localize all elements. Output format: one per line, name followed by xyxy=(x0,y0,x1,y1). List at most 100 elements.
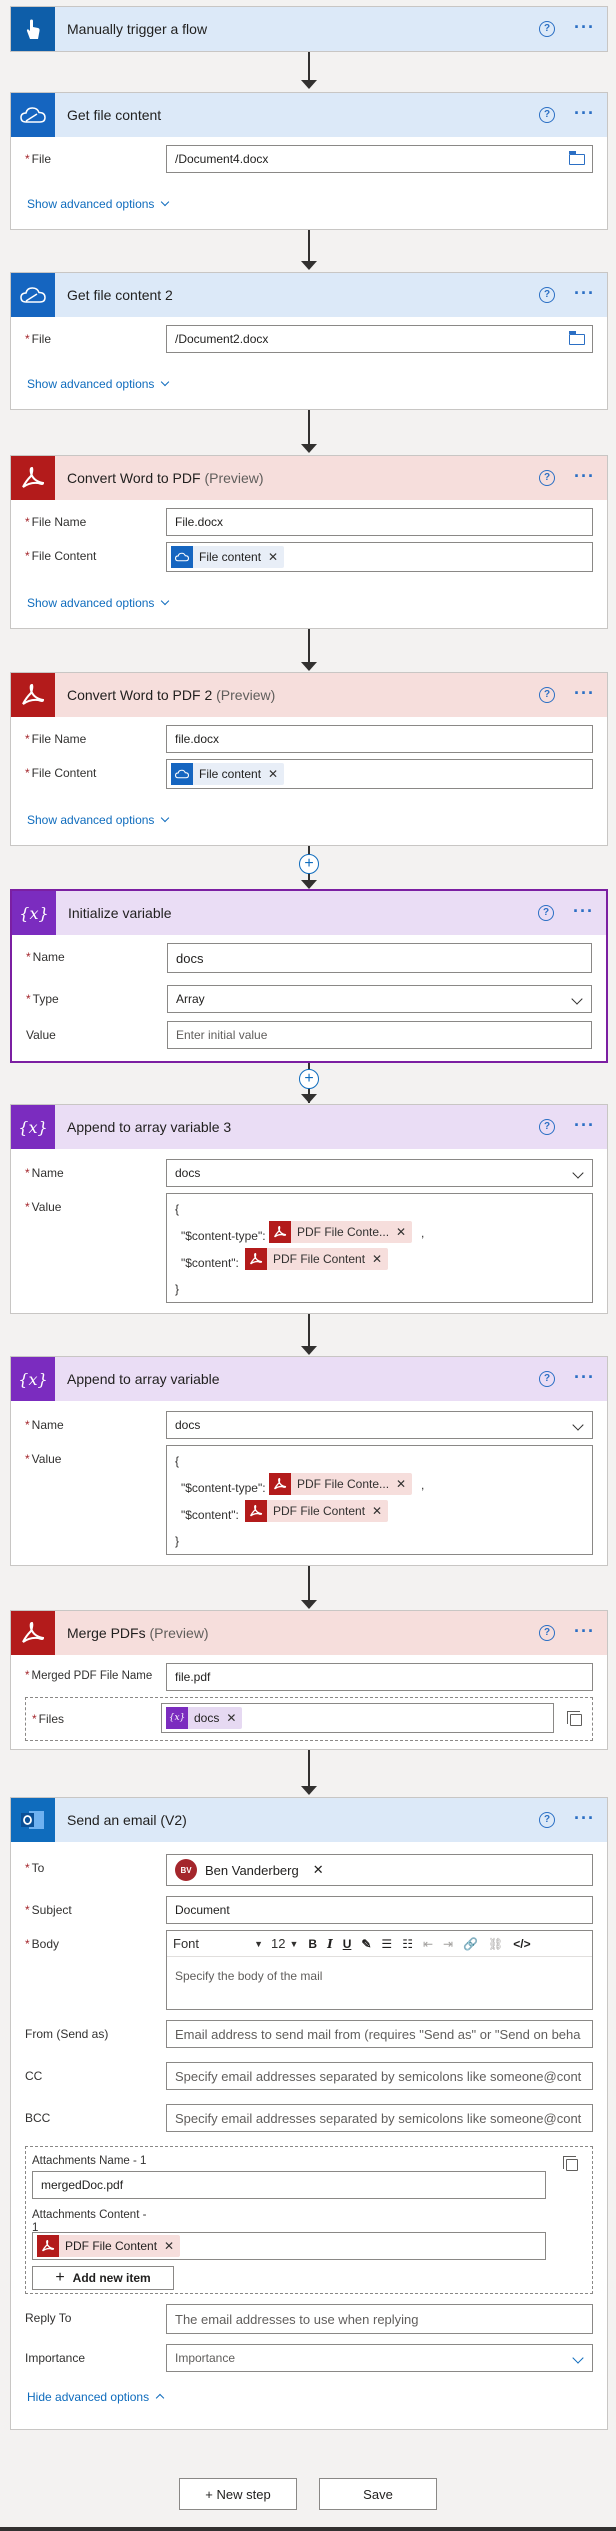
help-icon[interactable]: ? xyxy=(539,1371,555,1387)
font-dropdown[interactable]: Font ▼ xyxy=(173,1936,271,1951)
insert-step-plus-icon[interactable]: + xyxy=(299,1069,319,1089)
show-advanced-options-link[interactable]: Show advanced options xyxy=(27,813,170,827)
remove-token-icon[interactable]: ✕ xyxy=(372,1504,382,1518)
pdf-file-content-token[interactable]: PDF File Conte... ✕ xyxy=(269,1473,413,1495)
more-options-icon[interactable]: ··· xyxy=(574,1621,595,1642)
remove-recipient-icon[interactable]: ✕ xyxy=(313,1862,324,1878)
outdent-icon[interactable]: ⇤ xyxy=(423,1937,433,1951)
italic-icon[interactable]: I xyxy=(327,1937,333,1951)
file-content-token[interactable]: File content ✕ xyxy=(171,763,285,785)
numbered-list-icon[interactable]: ☷ xyxy=(402,1937,413,1951)
remove-token-icon[interactable]: ✕ xyxy=(396,1477,406,1491)
unlink-icon[interactable]: ⛓ xyxy=(488,1937,503,1951)
append-to-array-variable-card[interactable]: {x} Append to array variable ? ··· * Name… xyxy=(10,1356,608,1566)
convert-word-to-pdf-card[interactable]: Convert Word to PDF (Preview) ? ··· * Fil… xyxy=(10,455,608,629)
merged-file-name-input[interactable]: file.pdf xyxy=(166,1663,593,1691)
file-name-input[interactable]: File.docx xyxy=(166,508,593,536)
bullet-list-icon[interactable]: ☰ xyxy=(381,1937,392,1951)
help-icon[interactable]: ? xyxy=(539,1119,555,1135)
help-icon[interactable]: ? xyxy=(538,905,554,921)
reply-to-input[interactable]: The email addresses to use when replying xyxy=(166,2304,593,2334)
more-options-icon[interactable]: ··· xyxy=(574,17,595,38)
append-header[interactable]: {x} Append to array variable ? ··· xyxy=(11,1357,607,1401)
remove-token-icon[interactable]: ✕ xyxy=(226,1711,236,1725)
switch-array-mode-icon[interactable] xyxy=(567,1711,582,1726)
save-button[interactable]: Save xyxy=(319,2478,437,2510)
pdf-file-content-token[interactable]: PDF File Conte... ✕ xyxy=(269,1221,413,1243)
pdf-file-content-token[interactable]: PDF File Content ✕ xyxy=(245,1500,389,1522)
remove-token-icon[interactable]: ✕ xyxy=(372,1252,382,1266)
more-options-icon[interactable]: ··· xyxy=(574,466,595,487)
pdf-file-content-token[interactable]: PDF File Content ✕ xyxy=(245,1248,389,1270)
new-step-button[interactable]: + New step xyxy=(179,2478,297,2510)
get-file-content-header[interactable]: Get file content ? ··· xyxy=(11,93,607,137)
initialize-variable-header[interactable]: {x} Initialize variable ? ··· xyxy=(12,891,606,935)
initialize-variable-card[interactable]: {x} Initialize variable ? ··· * Name docs… xyxy=(10,889,608,1063)
font-size-dropdown[interactable]: 12 ▼ xyxy=(271,1936,298,1951)
name-dropdown[interactable]: docs xyxy=(166,1411,593,1439)
help-icon[interactable]: ? xyxy=(539,1625,555,1641)
remove-token-icon[interactable]: ✕ xyxy=(396,1225,406,1239)
cc-input[interactable]: Specify email addresses separated by sem… xyxy=(166,2062,593,2090)
append-header[interactable]: {x} Append to array variable 3 ? ··· xyxy=(11,1105,607,1149)
value-input[interactable]: Enter initial value xyxy=(167,1021,592,1049)
folder-icon[interactable] xyxy=(569,151,585,165)
remove-token-icon[interactable]: ✕ xyxy=(268,550,278,564)
help-icon[interactable]: ? xyxy=(539,21,555,37)
remove-token-icon[interactable]: ✕ xyxy=(164,2239,174,2253)
send-email-card[interactable]: Send an email (V2) ? ··· * To BV Ben Vand… xyxy=(10,1797,608,2430)
from-input[interactable]: Email address to send mail from (require… xyxy=(166,2020,593,2048)
more-options-icon[interactable]: ··· xyxy=(574,1367,595,1388)
docs-token[interactable]: {x} docs ✕ xyxy=(166,1707,243,1729)
folder-icon[interactable] xyxy=(569,331,585,345)
files-input[interactable]: {x} docs ✕ xyxy=(161,1703,554,1733)
help-icon[interactable]: ? xyxy=(539,1812,555,1828)
show-advanced-options-link[interactable]: Show advanced options xyxy=(27,596,170,610)
pdf-file-content-token[interactable]: PDF File Content ✕ xyxy=(37,2235,181,2257)
more-options-icon[interactable]: ··· xyxy=(574,1808,595,1829)
attachments-content-input[interactable]: PDF File Content ✕ xyxy=(32,2232,546,2260)
file-name-input[interactable]: file.docx xyxy=(166,725,593,753)
more-options-icon[interactable]: ··· xyxy=(574,283,595,304)
name-dropdown[interactable]: docs xyxy=(166,1159,593,1187)
bcc-input[interactable]: Specify email addresses separated by sem… xyxy=(166,2104,593,2132)
hide-advanced-options-link[interactable]: Hide advanced options xyxy=(27,2390,165,2404)
more-options-icon[interactable]: ··· xyxy=(574,103,595,124)
file-input[interactable]: /Document2.docx xyxy=(166,325,593,353)
value-editor[interactable]: { "$content-type": PDF File Conte... ✕ ,… xyxy=(166,1193,593,1303)
trigger-header[interactable]: Manually trigger a flow ? ··· xyxy=(11,7,607,51)
file-input[interactable]: /Document4.docx xyxy=(166,145,593,173)
body-editor[interactable]: Font ▼ 12 ▼ B I U ✎ ☰ ☷ ⇤ ⇥ 🔗 ⛓ </> Specif… xyxy=(166,1930,593,2010)
file-content-token[interactable]: File content ✕ xyxy=(171,546,285,568)
get-file-content-card[interactable]: Get file content ? ··· * File /Document4.… xyxy=(10,92,608,230)
insert-step-plus-icon[interactable]: + xyxy=(299,854,319,874)
name-input[interactable]: docs xyxy=(167,943,592,973)
highlight-icon[interactable]: ✎ xyxy=(361,1937,371,1951)
help-icon[interactable]: ? xyxy=(539,107,555,123)
add-new-item-button[interactable]: + Add new item xyxy=(32,2266,174,2290)
convert-header[interactable]: Convert Word to PDF (Preview) ? ··· xyxy=(11,456,607,500)
switch-array-mode-icon[interactable] xyxy=(563,2156,578,2171)
trigger-card[interactable]: Manually trigger a flow ? ··· xyxy=(10,6,608,52)
attachments-name-input[interactable]: mergedDoc.pdf xyxy=(32,2171,546,2199)
file-content-input[interactable]: File content ✕ xyxy=(166,542,593,572)
get-file-content-2-header[interactable]: Get file content 2 ? ··· xyxy=(11,273,607,317)
indent-icon[interactable]: ⇥ xyxy=(443,1937,453,1951)
get-file-content-2-card[interactable]: Get file content 2 ? ··· * File /Document… xyxy=(10,272,608,410)
show-advanced-options-link[interactable]: Show advanced options xyxy=(27,377,170,391)
merge-header[interactable]: Merge PDFs (Preview) ? ··· xyxy=(11,1611,607,1655)
code-view-icon[interactable]: </> xyxy=(513,1937,530,1951)
more-options-icon[interactable]: ··· xyxy=(574,1115,595,1136)
underline-icon[interactable]: U xyxy=(343,1937,352,1951)
merge-pdfs-card[interactable]: Merge PDFs (Preview) ? ··· * Merged PDF F… xyxy=(10,1610,608,1750)
more-options-icon[interactable]: ··· xyxy=(574,683,595,704)
type-dropdown[interactable]: Array xyxy=(167,985,592,1013)
convert-header[interactable]: Convert Word to PDF 2 (Preview) ? ··· xyxy=(11,673,607,717)
more-options-icon[interactable]: ··· xyxy=(573,901,594,922)
value-editor[interactable]: { "$content-type": PDF File Conte... ✕ ,… xyxy=(166,1445,593,1555)
help-icon[interactable]: ? xyxy=(539,687,555,703)
help-icon[interactable]: ? xyxy=(539,470,555,486)
help-icon[interactable]: ? xyxy=(539,287,555,303)
to-input[interactable]: BV Ben Vanderberg ✕ xyxy=(166,1854,593,1886)
bold-icon[interactable]: B xyxy=(308,1937,317,1951)
